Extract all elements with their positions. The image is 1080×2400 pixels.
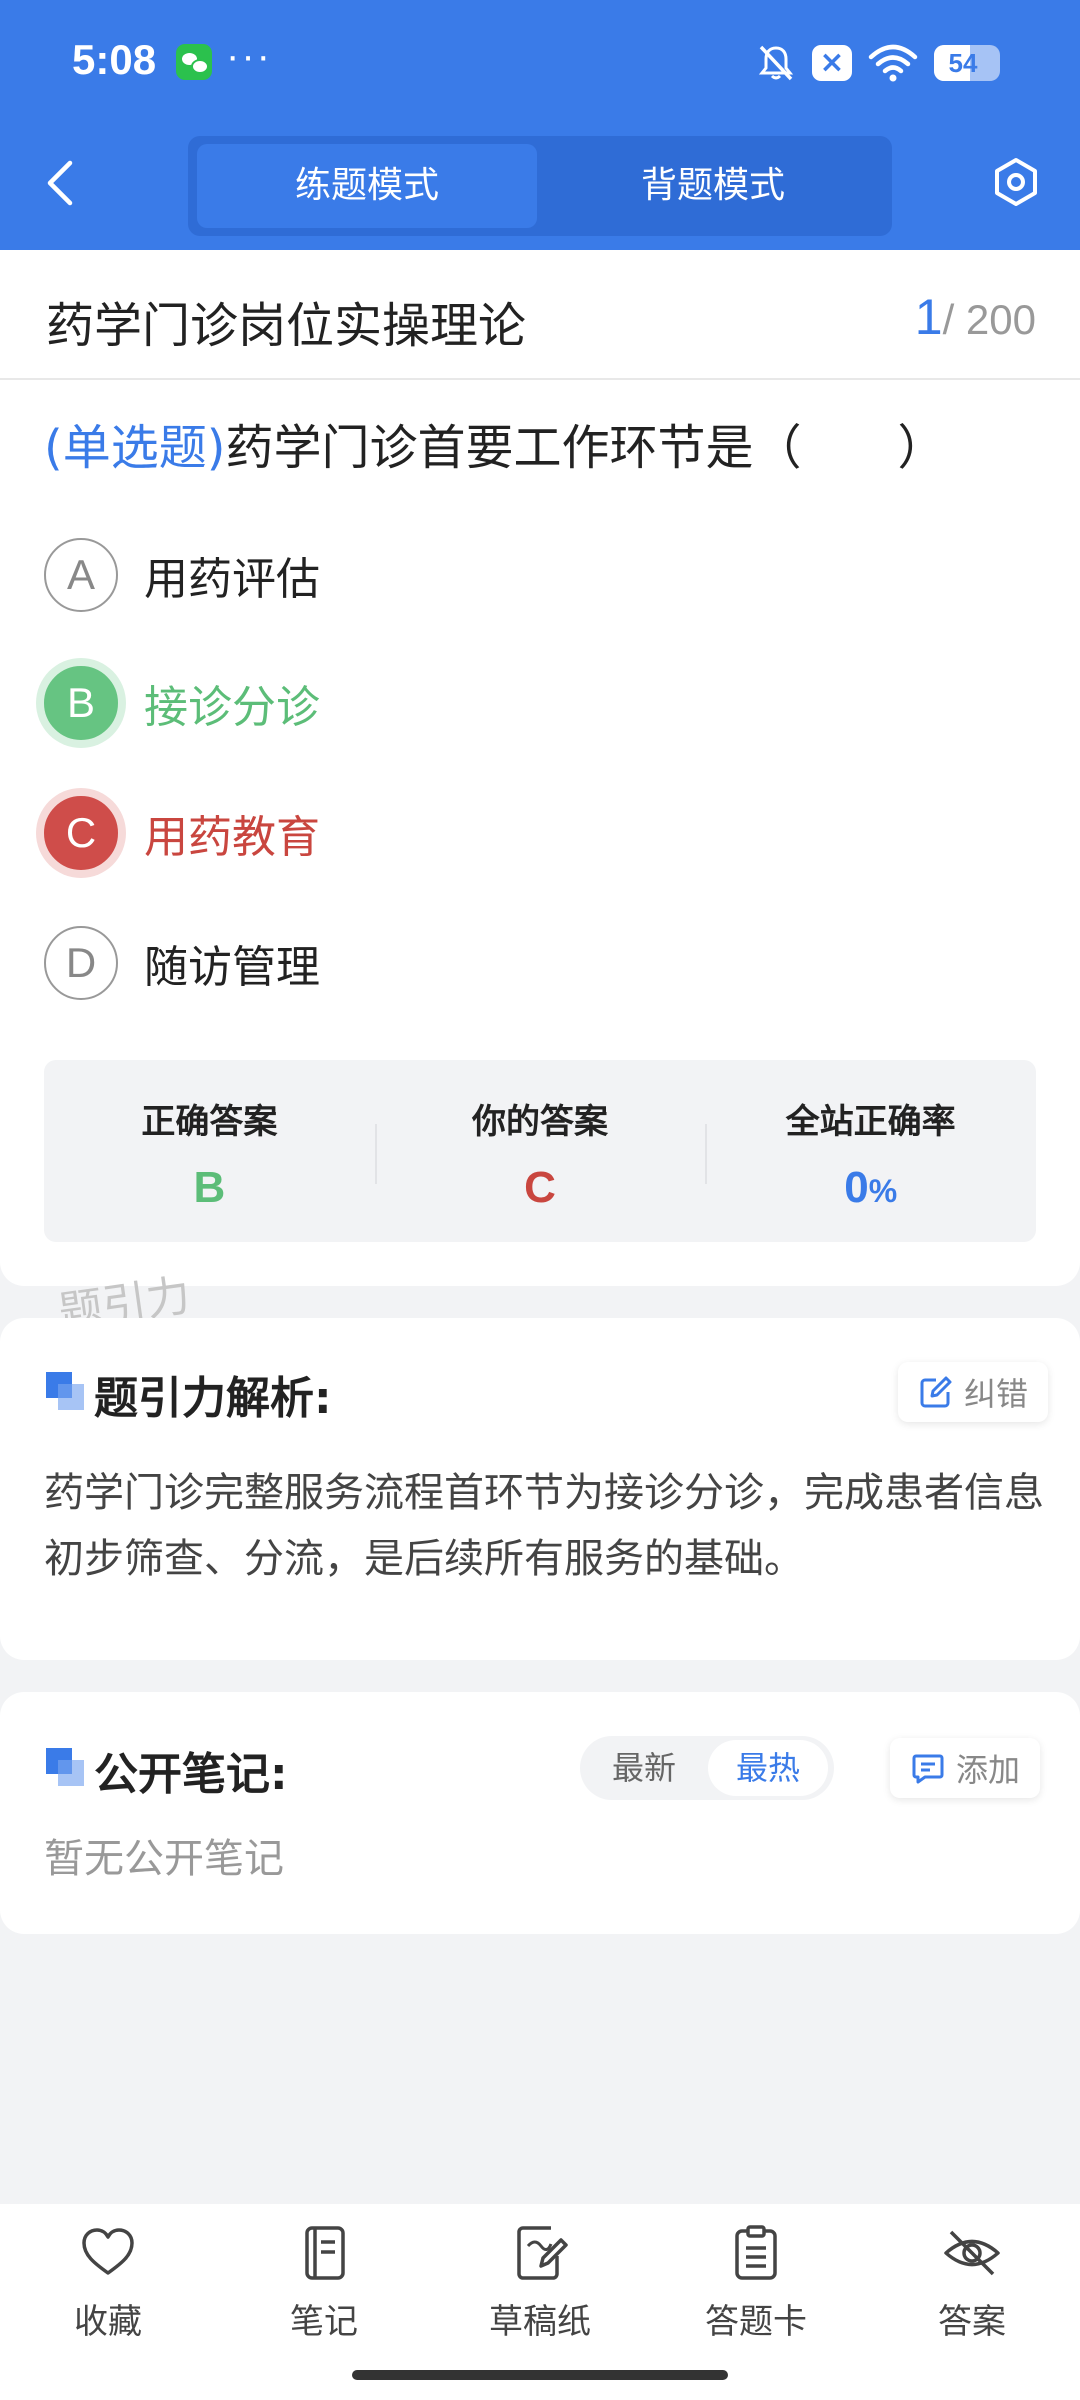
eye-off-icon [944, 2230, 1000, 2276]
analysis-text: 药学门诊完整服务流程首环节为接诊分诊，完成患者信息初步筛查、分流，是后续所有服务… [44, 1470, 1044, 1582]
stat-label: 全站正确率 [785, 1102, 956, 1142]
section-square-icon [46, 1372, 84, 1410]
question-counter: 1/ 200 [915, 288, 1036, 346]
option-label: 随访管理 [144, 942, 320, 993]
accuracy-unit: % [868, 1173, 898, 1209]
option-d[interactable]: D 随访管理 [44, 926, 320, 1000]
bell-muted-icon [758, 45, 794, 81]
stat-label: 你的答案 [472, 1102, 608, 1142]
answer-card-icon [735, 2225, 777, 2280]
option-a[interactable]: A 用药评估 [44, 538, 320, 612]
analysis-title: 题引力解析: [94, 1373, 332, 1424]
favorite-button[interactable]: 收藏 [28, 2224, 188, 2343]
status-time: 5:08 [72, 36, 157, 83]
site-accuracy-value: 0% [705, 1163, 1036, 1213]
nav-label: 收藏 [74, 2302, 142, 2342]
option-c[interactable]: C 用药教育 [44, 796, 320, 870]
add-note-label: 添加 [956, 1751, 1021, 1789]
settings-icon[interactable] [990, 156, 1042, 208]
total-questions: / 200 [942, 296, 1036, 343]
nav-label: 草稿纸 [489, 2302, 591, 2342]
answer-stats-panel: 正确答案 B 你的答案 C 全站正确率 0% [44, 1060, 1036, 1242]
tab-practice-mode[interactable]: 练题模式 [197, 144, 537, 228]
question-text: (单选题)药学门诊首要工作环节是（ ） [44, 408, 945, 478]
option-b[interactable]: B 接诊分诊 [44, 666, 320, 740]
option-letter: B [44, 666, 118, 740]
question-stem: 药学门诊首要工作环节是（ ） [225, 420, 946, 476]
section-square-icon [46, 1748, 84, 1786]
report-error-button[interactable]: 纠错 [898, 1362, 1049, 1422]
site-accuracy-stat: 全站正确率 0% [705, 1060, 1036, 1242]
close-notification-icon: × [812, 45, 852, 81]
comment-icon [912, 1754, 944, 1784]
option-letter: A [44, 538, 118, 612]
notes-card [0, 1692, 1080, 1934]
status-bar: 5:08 ··· × 54 [0, 0, 1080, 120]
sort-hottest[interactable]: 最热 [708, 1740, 828, 1796]
option-label: 用药评估 [144, 554, 320, 605]
notebook-icon [305, 2226, 345, 2280]
mode-switch: 练题模式 背题模式 [188, 136, 892, 236]
question-type-tag: (单选题) [44, 420, 226, 476]
battery-icon: 54 [934, 45, 1000, 81]
edit-icon [920, 1376, 952, 1408]
draft-paper-button[interactable]: 草稿纸 [460, 2224, 620, 2343]
question-bank-title: 药学门诊岗位实操理论 [46, 298, 527, 354]
wechat-icon [176, 44, 212, 80]
option-label: 用药教育 [144, 812, 320, 863]
report-error-label: 纠错 [964, 1375, 1029, 1413]
notes-button[interactable]: 笔记 [244, 2224, 404, 2343]
answer-card-button[interactable]: 答题卡 [676, 2224, 836, 2343]
current-question-number: 1 [914, 289, 943, 345]
wifi-icon [868, 44, 918, 82]
sort-newest[interactable]: 最新 [586, 1740, 702, 1796]
battery-percent: 54 [948, 48, 978, 78]
stat-label: 正确答案 [141, 1102, 278, 1142]
add-note-button[interactable]: 添加 [890, 1738, 1041, 1798]
back-icon[interactable] [40, 155, 80, 211]
your-answer-stat: 你的答案 C [374, 1060, 706, 1242]
divider [0, 378, 1080, 380]
option-letter: C [44, 796, 118, 870]
tab-memorize-mode[interactable]: 背题模式 [543, 144, 883, 228]
accuracy-number: 0 [844, 1163, 869, 1212]
correct-answer-stat: 正确答案 B [44, 1060, 375, 1242]
option-label: 接诊分诊 [144, 682, 320, 733]
more-notifications-icon: ··· [226, 34, 272, 78]
no-notes-text: 暂无公开笔记 [44, 1836, 284, 1882]
your-answer-value: C [524, 1163, 556, 1212]
draft-paper-icon [517, 2226, 568, 2280]
home-indicator[interactable] [352, 2370, 728, 2380]
show-answer-button[interactable]: 答案 [892, 2224, 1052, 2343]
nav-label: 答题卡 [705, 2302, 807, 2342]
nav-label: 答案 [938, 2302, 1006, 2342]
nav-label: 笔记 [290, 2302, 358, 2342]
option-letter: D [44, 926, 118, 1000]
notes-sort-toggle: 最新 最热 [580, 1736, 834, 1800]
notes-title: 公开笔记: [94, 1749, 288, 1800]
heart-icon [82, 2228, 134, 2275]
correct-answer-value: B [193, 1163, 226, 1212]
